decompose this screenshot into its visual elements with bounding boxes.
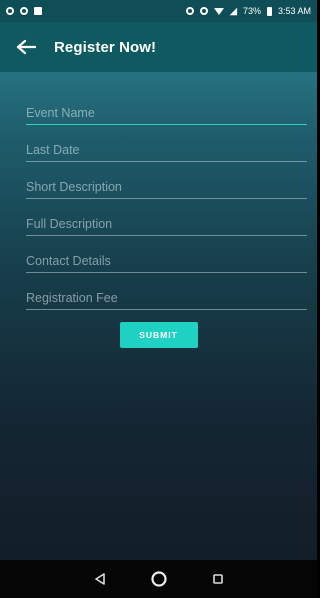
registration-fee-field[interactable] bbox=[26, 273, 307, 310]
page-title: Register Now! bbox=[54, 38, 157, 56]
toolbar: Register Now! bbox=[0, 22, 317, 72]
status-right-icons: ◢ 73% 3:53 AM bbox=[186, 6, 311, 17]
last-date-field[interactable] bbox=[26, 125, 307, 162]
short-description-field[interactable] bbox=[26, 162, 307, 199]
system-nav-bar bbox=[0, 560, 317, 598]
home-circle-icon bbox=[150, 571, 167, 587]
arrow-left-icon bbox=[16, 39, 36, 55]
battery-icon bbox=[266, 6, 272, 16]
back-button[interactable] bbox=[12, 33, 40, 61]
alarm-icon bbox=[20, 7, 28, 15]
battery-percent: 73% bbox=[242, 6, 261, 16]
alarm-icon bbox=[200, 7, 209, 15]
nav-back-button[interactable] bbox=[88, 567, 112, 591]
contact-details-input[interactable] bbox=[26, 254, 307, 268]
image-icon bbox=[34, 7, 42, 15]
last-date-input[interactable] bbox=[26, 143, 307, 157]
event-name-input[interactable] bbox=[26, 106, 307, 120]
circle-icon bbox=[6, 7, 14, 15]
app-screen: ◢ 73% 3:53 AM Register Now! Event Name L… bbox=[0, 0, 317, 598]
wifi-icon bbox=[214, 7, 225, 15]
registration-fee-input[interactable] bbox=[26, 291, 307, 305]
recents-square-icon bbox=[212, 574, 223, 584]
nav-home-button[interactable] bbox=[147, 567, 171, 591]
short-description-input[interactable] bbox=[26, 180, 307, 194]
submit-wrap: SUBMIT bbox=[26, 322, 307, 348]
submit-button[interactable]: SUBMIT bbox=[119, 322, 198, 348]
event-name-field[interactable] bbox=[26, 88, 307, 125]
sync-icon bbox=[186, 7, 195, 15]
status-bar: ◢ 73% 3:53 AM bbox=[0, 0, 317, 22]
signal-icon: ◢ bbox=[230, 5, 237, 16]
status-left-icons bbox=[6, 7, 42, 15]
back-triangle-icon bbox=[94, 573, 105, 585]
full-description-input[interactable] bbox=[26, 217, 307, 231]
register-form: SUBMIT bbox=[0, 72, 317, 348]
clock: 3:53 AM bbox=[277, 6, 311, 16]
nav-recents-button[interactable] bbox=[206, 567, 230, 591]
full-description-field[interactable] bbox=[26, 199, 307, 236]
contact-details-field[interactable] bbox=[26, 236, 307, 273]
